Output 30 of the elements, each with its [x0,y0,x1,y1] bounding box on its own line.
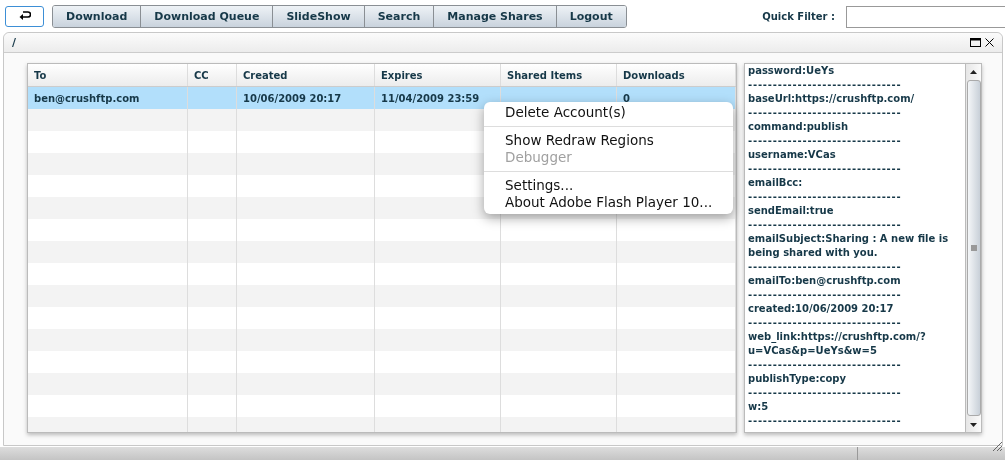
detail-line: w:5 [748,400,770,414]
detail-line: command:publish [748,120,850,134]
table-cell: 0 [623,92,630,104]
divider-line: ------------------------------- [748,190,903,204]
quick-filter-label: Quick Filter : [762,11,835,22]
table-cell: 11/04/2009 23:59 [381,92,480,104]
detail-line: publishType:copy [748,372,847,386]
divider-line: ------------------------------- [748,78,903,92]
divider-line: ------------------------------- [748,358,903,372]
panel-title: / [12,36,17,49]
detail-line: username:VCas [748,148,837,162]
table-cell: 10/06/2009 20:17 [243,92,342,104]
divider-line: ------------------------------- [748,134,903,148]
detail-line: password:UeYs [748,64,836,78]
divider-line: ------------------------------- [748,414,903,428]
table-cell: ben@crushftp.com [34,92,140,104]
divider-line: ------------------------------- [748,106,903,120]
divider-line: ------------------------------- [748,260,903,274]
detail-line: sendEmail:true [748,204,835,218]
detail-line: baseUrl:https://crushftp.com/ [748,92,916,106]
detail-line: web_link:https://crushftp.com/?u=VCas&p=UeYs&w=5 [748,330,927,358]
divider-line: ------------------------------- [748,386,903,400]
divider-line: ------------------------------- [748,288,903,302]
divider-line: ------------------------------- [748,218,903,232]
divider-line: ------------------------------- [748,316,903,330]
divider-line: ------------------------------- [748,162,903,176]
detail-line: emailSubject:Sharing : A new file is being shared with you. [748,232,950,260]
detail-line: emailTo:ben@crushftp.com [748,274,902,288]
detail-line: emailBcc: [748,176,804,190]
detail-line: created:10/06/2009 20:17 [748,302,895,316]
